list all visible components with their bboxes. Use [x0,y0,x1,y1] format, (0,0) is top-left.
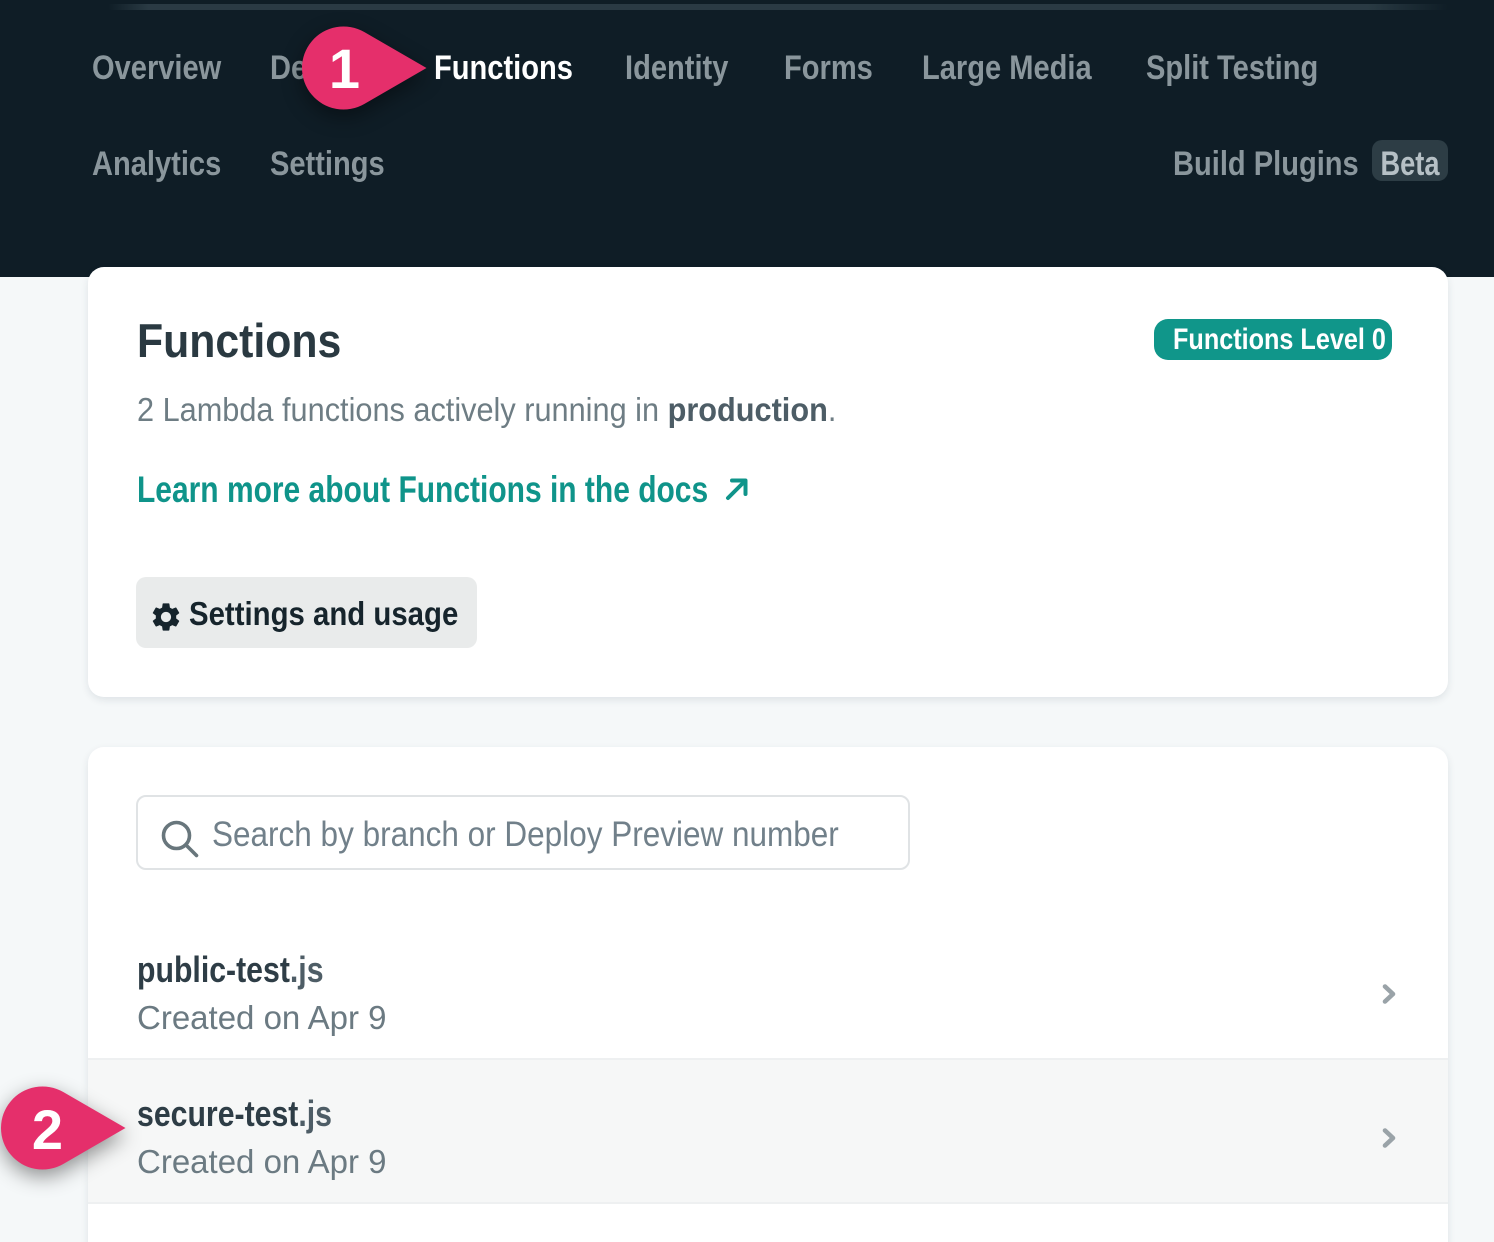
svg-text:2: 2 [32,1098,63,1161]
svg-text:1: 1 [329,37,360,100]
